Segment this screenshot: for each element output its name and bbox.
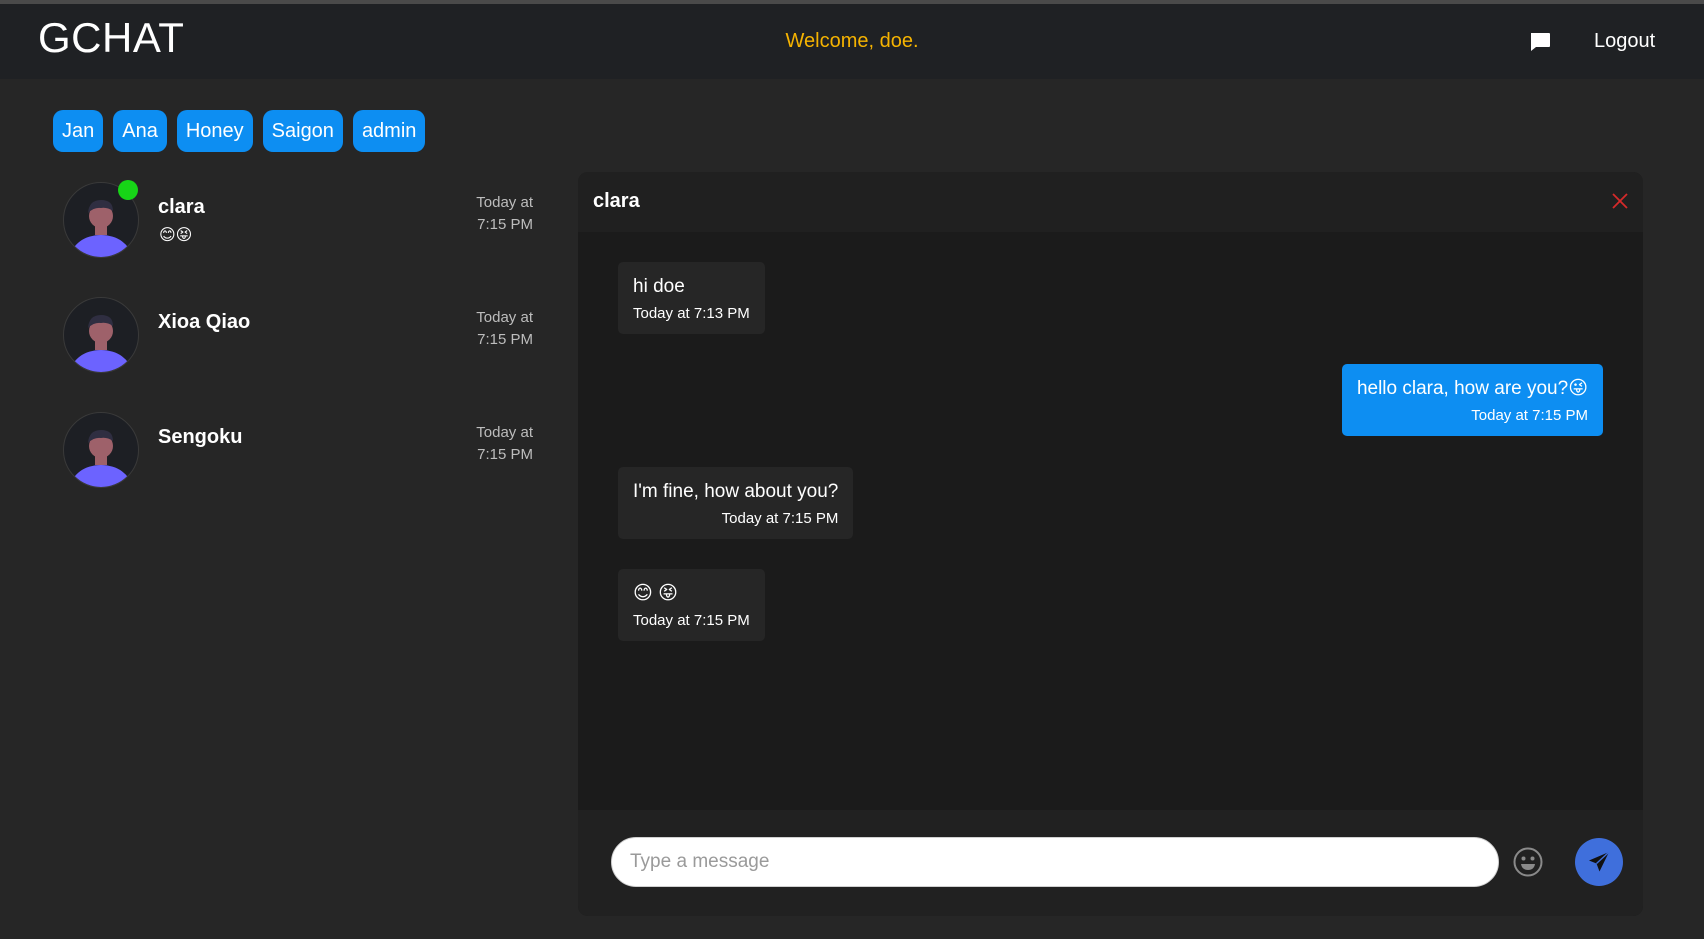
group-tag-ana[interactable]: Ana bbox=[113, 110, 167, 152]
online-status-dot bbox=[118, 180, 138, 200]
message-text: hello clara, how are you?😜 bbox=[1356, 378, 1588, 399]
conversation-time: Today at 7:15 PM bbox=[476, 194, 533, 233]
message-time: Today at 7:15 PM bbox=[721, 510, 839, 527]
conversation-name: Xioa Qiao bbox=[158, 311, 251, 333]
message-bubble: 😊 😝 Today at 7:15 PM bbox=[618, 569, 765, 641]
top-navbar: GCHAT Welcome, doe. Logout bbox=[0, 4, 1704, 79]
conversation-time: Today at 7:15 PM bbox=[476, 424, 533, 463]
group-tag-jan[interactable]: Jan bbox=[53, 110, 104, 152]
group-tag-saigon[interactable]: Saigon bbox=[262, 110, 343, 152]
message-text: 😊 😝 bbox=[633, 583, 678, 604]
message-input[interactable] bbox=[611, 837, 1499, 887]
conversation-list: clara 😊😝 Today at 7:15 PM Xioa Qiao Toda… bbox=[53, 170, 533, 515]
conversation-item-sengoku[interactable]: Sengoku Today at 7:15 PM bbox=[53, 400, 533, 515]
message-text: I'm fine, how about you? bbox=[633, 481, 839, 502]
message-text: hi doe bbox=[633, 276, 685, 297]
message-time: Today at 7:13 PM bbox=[633, 305, 750, 322]
welcome-message: Welcome, doe. bbox=[785, 30, 919, 52]
conversation-item-xioa-qiao[interactable]: Xioa Qiao Today at 7:15 PM bbox=[53, 285, 533, 400]
conversation-name: clara bbox=[158, 196, 205, 218]
conversation-name: Sengoku bbox=[158, 426, 243, 448]
send-button[interactable] bbox=[1575, 838, 1623, 886]
paper-plane-icon bbox=[1589, 851, 1610, 872]
close-icon[interactable] bbox=[1611, 192, 1629, 210]
conversation-item-clara[interactable]: clara 😊😝 Today at 7:15 PM bbox=[53, 170, 533, 285]
message-bubble: I'm fine, how about you? Today at 7:15 P… bbox=[618, 467, 854, 539]
avatar bbox=[63, 412, 139, 488]
avatar bbox=[63, 297, 139, 373]
message-time: Today at 7:15 PM bbox=[1471, 407, 1588, 424]
group-tags: Jan Ana Honey Saigon admin bbox=[53, 110, 426, 152]
chat-header: clara bbox=[578, 172, 1643, 232]
chat-panel: clara hi doe Today at 7:13 PM hello clar… bbox=[578, 172, 1643, 916]
smiley-icon[interactable] bbox=[1512, 846, 1544, 878]
conversation-time: Today at 7:15 PM bbox=[476, 309, 533, 348]
chat-bubble-icon[interactable] bbox=[1528, 30, 1552, 54]
message-composer bbox=[578, 810, 1643, 916]
logout-link[interactable]: Logout bbox=[1594, 30, 1655, 53]
message-bubble: hi doe Today at 7:13 PM bbox=[618, 262, 765, 334]
message-bubble-mine: hello clara, how are you?😜 Today at 7:15… bbox=[1341, 364, 1603, 436]
conversation-preview: 😊😝 bbox=[159, 227, 193, 244]
message-time: Today at 7:15 PM bbox=[633, 612, 750, 629]
message-list: hi doe Today at 7:13 PM hello clara, how… bbox=[578, 232, 1643, 752]
group-tag-honey[interactable]: Honey bbox=[176, 110, 253, 152]
chat-title: clara bbox=[593, 190, 640, 212]
group-tag-admin[interactable]: admin bbox=[352, 110, 426, 152]
